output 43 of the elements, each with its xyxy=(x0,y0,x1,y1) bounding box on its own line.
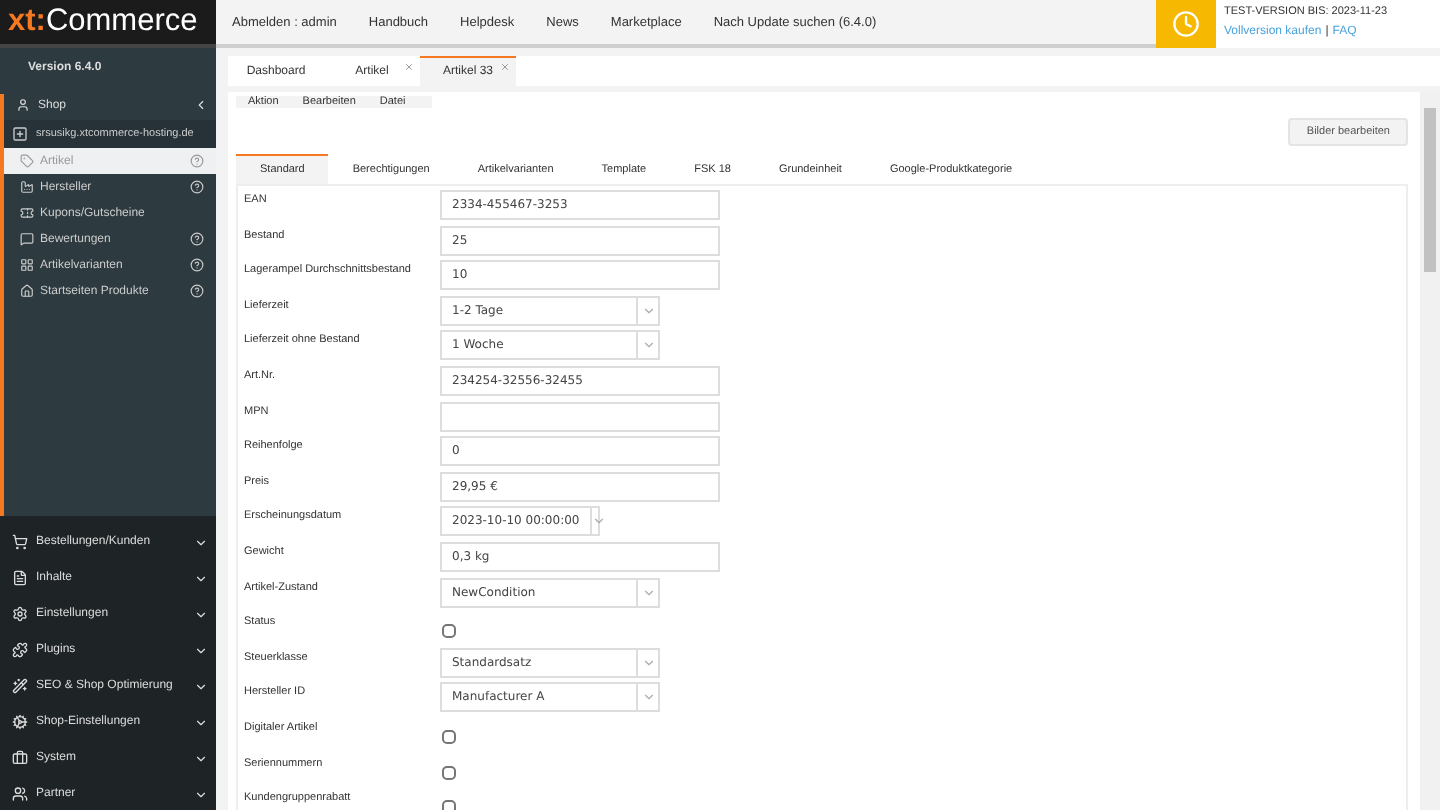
text-field[interactable] xyxy=(440,401,720,432)
help-icon[interactable] xyxy=(190,284,204,298)
help-icon[interactable] xyxy=(190,232,204,246)
menu-icon xyxy=(12,570,28,586)
chevron-down-icon xyxy=(641,585,655,600)
logo: xt:Commerce xyxy=(0,0,216,48)
chevron-down-icon xyxy=(194,607,208,621)
checkbox[interactable] xyxy=(442,800,456,810)
chevron-down-icon xyxy=(194,643,208,657)
item-icon xyxy=(20,232,34,246)
chevron-down-icon xyxy=(591,514,606,529)
menu-icon xyxy=(12,534,28,550)
clock-icon xyxy=(1172,10,1200,38)
checkbox[interactable] xyxy=(442,765,456,779)
help-icon[interactable] xyxy=(190,258,204,272)
chevron-down-icon xyxy=(194,715,208,729)
user-icon xyxy=(16,98,30,112)
menu-icon xyxy=(12,606,28,622)
chevron-down-icon xyxy=(194,679,208,693)
checkbox[interactable] xyxy=(442,624,456,639)
checkbox[interactable] xyxy=(442,729,456,744)
item-icon xyxy=(20,258,34,272)
help-icon[interactable] xyxy=(190,180,204,194)
chevron-down-icon xyxy=(194,571,208,585)
item-icon xyxy=(20,180,34,194)
scrollbar[interactable] xyxy=(1420,92,1440,810)
chevron-down-icon xyxy=(641,303,655,318)
menu-icon xyxy=(12,786,28,802)
menu-icon xyxy=(12,642,28,658)
menu-icon xyxy=(12,750,28,766)
chevron-down-icon xyxy=(641,690,655,705)
item-icon xyxy=(20,154,34,168)
menu-icon xyxy=(12,678,28,694)
chevron-down-icon xyxy=(194,751,208,765)
chevron-down-icon xyxy=(641,655,655,670)
chevron-down-icon xyxy=(641,338,655,353)
menu-icon xyxy=(12,714,28,730)
chevron-left-icon xyxy=(194,98,208,112)
plus-square-icon xyxy=(12,126,28,142)
chevron-down-icon xyxy=(194,787,208,801)
item-icon xyxy=(20,206,34,220)
item-icon xyxy=(20,284,34,298)
chevron-down-icon xyxy=(194,535,208,549)
